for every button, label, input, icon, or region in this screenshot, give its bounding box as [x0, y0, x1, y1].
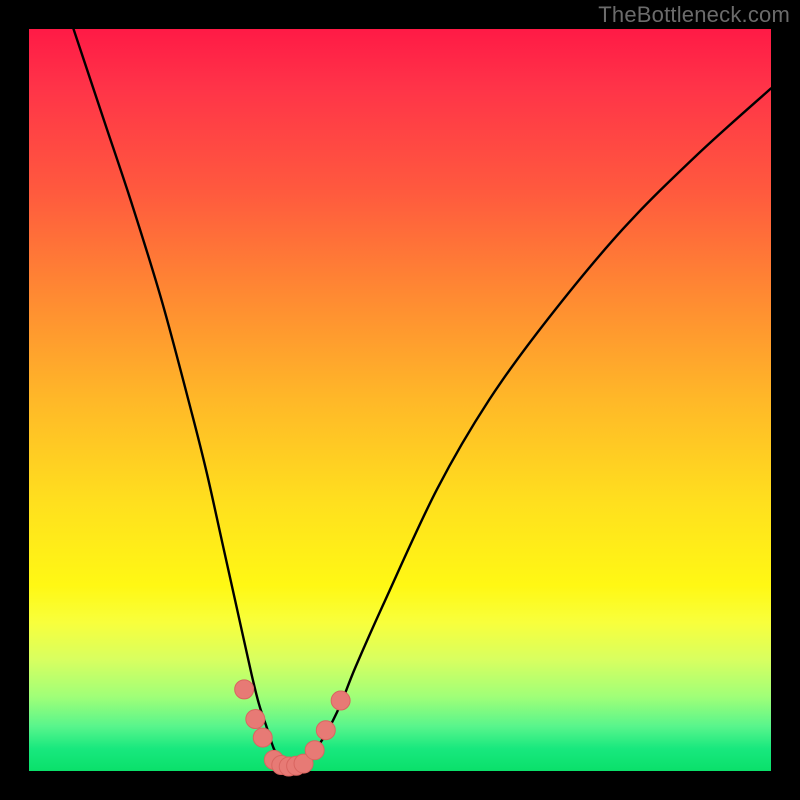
- chart-frame: TheBottleneck.com: [0, 0, 800, 800]
- bottleneck-curve: [74, 29, 771, 767]
- curve-marker: [246, 710, 265, 729]
- curve-marker: [305, 741, 324, 760]
- curve-marker: [331, 691, 350, 710]
- curve-marker: [235, 680, 254, 699]
- watermark-text: TheBottleneck.com: [598, 2, 790, 28]
- chart-svg: [29, 29, 771, 771]
- chart-plot-area: [29, 29, 771, 771]
- curve-markers: [235, 680, 350, 776]
- curve-marker: [253, 728, 272, 747]
- curve-marker: [316, 721, 335, 740]
